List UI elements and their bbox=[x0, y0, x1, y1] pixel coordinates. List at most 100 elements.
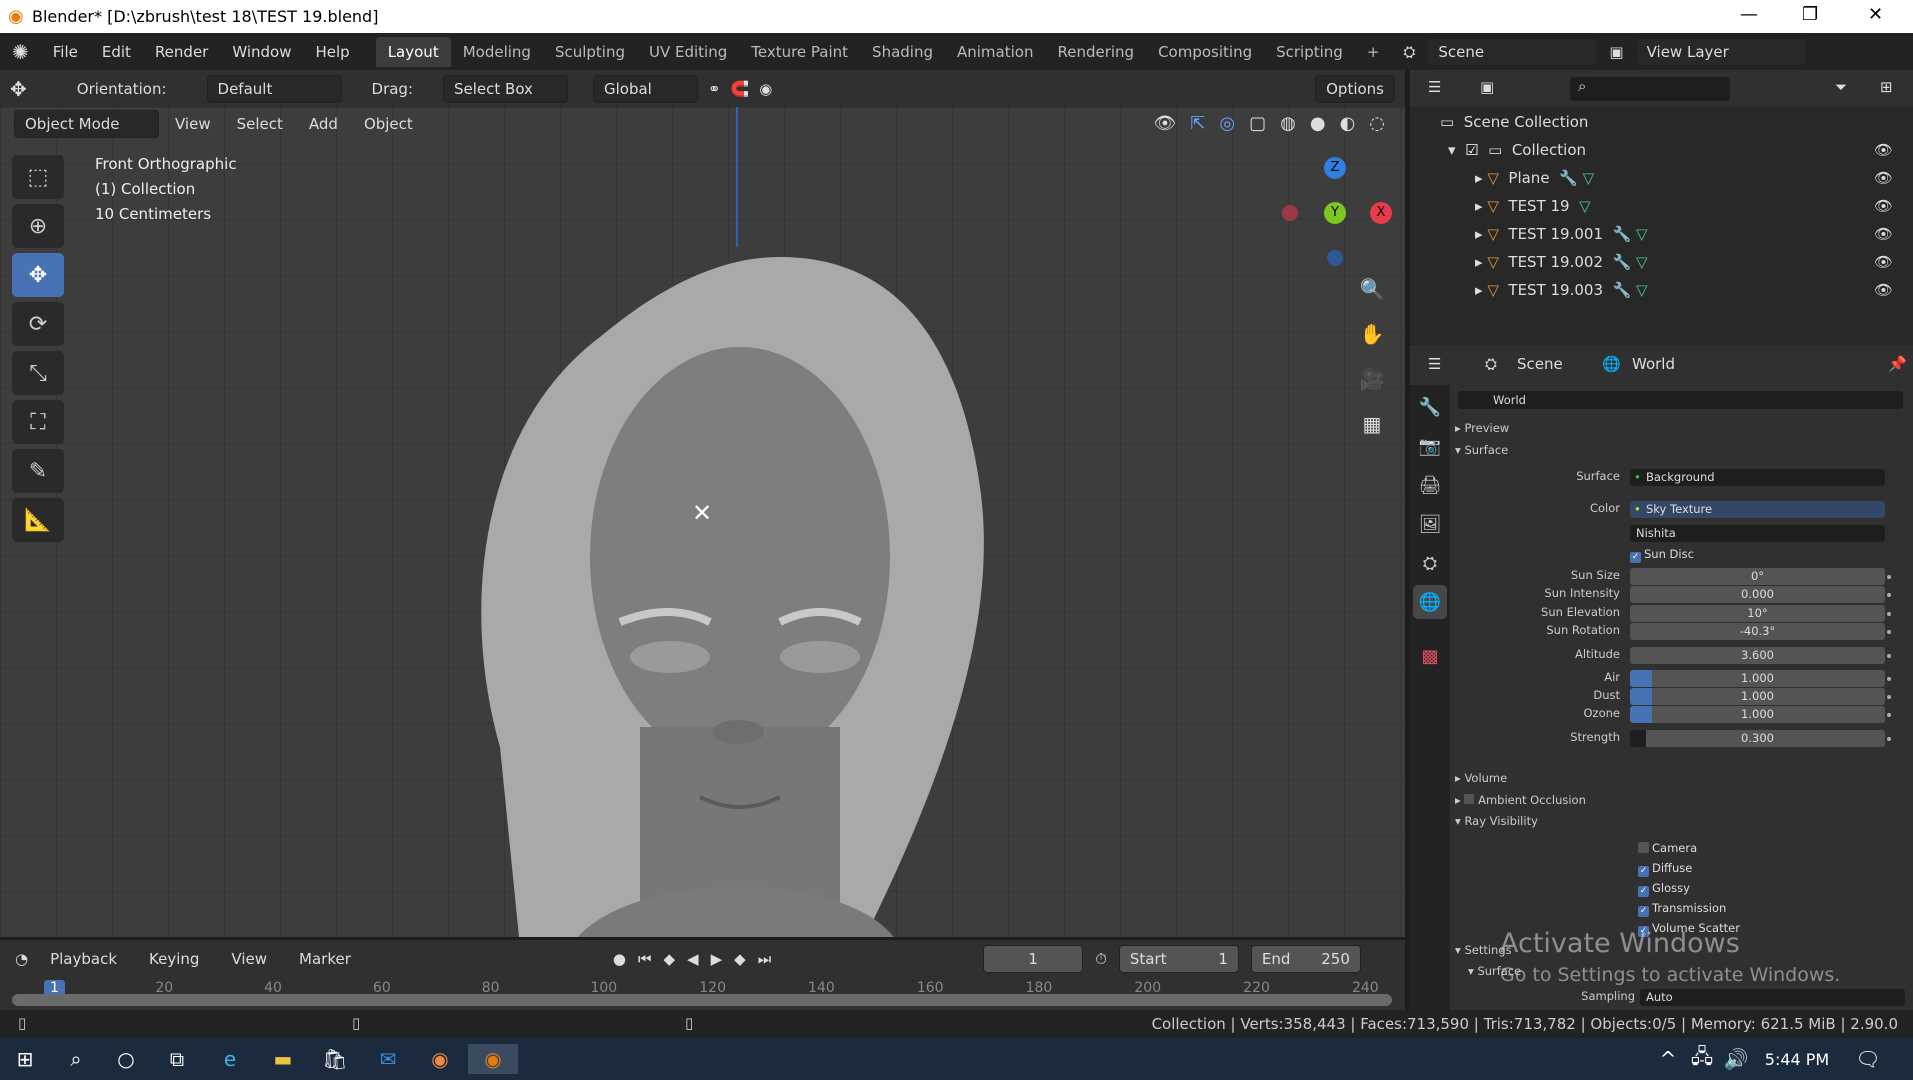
view-layer-field[interactable]: View Layer bbox=[1635, 37, 1806, 66]
drag-dropdown[interactable]: Select Box bbox=[443, 74, 568, 103]
section-volume[interactable]: ▸ Volume bbox=[1455, 771, 1507, 785]
section-preview[interactable]: ▸ Preview bbox=[1455, 421, 1509, 435]
3d-viewport[interactable]: Object Mode View Select Add Object 👁 ⇱ ◎… bbox=[0, 107, 1405, 937]
close-button[interactable]: ✕ bbox=[1868, 4, 1883, 25]
play-reverse-button[interactable]: ◀ bbox=[687, 950, 699, 968]
ray-diffuse-checkbox[interactable]: ✓ Diffuse bbox=[1638, 861, 1692, 877]
material-shading-icon[interactable]: ◐ bbox=[1340, 113, 1356, 134]
transform-orientation-dropdown[interactable]: Global bbox=[593, 74, 698, 103]
tab-uv-editing[interactable]: UV Editing bbox=[637, 37, 739, 67]
select-box-tool[interactable]: ⬚ bbox=[12, 155, 64, 199]
outliner-object[interactable]: ▸ ▽ TEST 19 ▽ 👁 bbox=[1410, 192, 1913, 220]
field-altitude[interactable]: 3.600 bbox=[1630, 647, 1885, 664]
section-ray-visibility[interactable]: ▾ Ray Visibility bbox=[1455, 814, 1538, 828]
overlay-toggle-icon[interactable]: ◎ bbox=[1219, 113, 1235, 134]
tab-compositing[interactable]: Compositing bbox=[1146, 37, 1264, 67]
keyframe-dot[interactable] bbox=[1887, 695, 1891, 699]
jump-start-button[interactable]: ⏮ bbox=[638, 950, 652, 968]
timeline-scrollbar[interactable] bbox=[12, 994, 1392, 1006]
navigation-gizmo[interactable]: Z Y X bbox=[1282, 157, 1392, 277]
tab-animation[interactable]: Animation bbox=[945, 37, 1045, 67]
current-frame-field[interactable]: 1 bbox=[983, 945, 1084, 973]
tab-texture-paint[interactable]: Texture Paint bbox=[739, 37, 860, 67]
field-strength[interactable]: 0.300 bbox=[1630, 730, 1885, 747]
outliner-object[interactable]: ▸ ▽ Plane 🔧 ▽ 👁 bbox=[1410, 164, 1913, 192]
eye-icon[interactable]: 👁 bbox=[1874, 197, 1893, 215]
mail-icon[interactable]: ✉ bbox=[368, 1044, 408, 1074]
new-collection-icon[interactable]: ⊞ bbox=[1880, 78, 1893, 96]
scene-name-field[interactable]: Scene bbox=[1427, 37, 1598, 66]
keyframe-dot[interactable] bbox=[1887, 575, 1891, 579]
menu-file[interactable]: File bbox=[41, 43, 90, 61]
edge-icon[interactable]: e bbox=[210, 1044, 250, 1074]
pin-icon[interactable]: 📌 bbox=[1888, 355, 1907, 373]
minimize-button[interactable]: — bbox=[1740, 4, 1758, 25]
gizmo-neg-z[interactable] bbox=[1327, 250, 1343, 266]
menu-help[interactable]: Help bbox=[304, 43, 362, 61]
field-sun-elevation[interactable]: 10° bbox=[1630, 605, 1885, 622]
object-mode-dropdown[interactable]: Object Mode bbox=[14, 109, 159, 138]
menu-keying[interactable]: Keying bbox=[139, 947, 209, 971]
keyframe-dot[interactable] bbox=[1887, 677, 1891, 681]
menu-edit[interactable]: Edit bbox=[90, 43, 143, 61]
keyframe-dot[interactable] bbox=[1887, 737, 1891, 741]
menu-window[interactable]: Window bbox=[220, 43, 303, 61]
pan-hand-icon[interactable]: ✋ bbox=[1355, 317, 1389, 351]
rotate-tool[interactable]: ⟳ bbox=[12, 302, 64, 346]
solid-shading-icon[interactable]: ● bbox=[1310, 113, 1326, 134]
field-sun-rotation[interactable]: -40.3° bbox=[1630, 623, 1885, 640]
xray-icon[interactable]: ▢ bbox=[1249, 113, 1266, 134]
end-frame-field[interactable]: End 250 bbox=[1250, 945, 1361, 973]
collection-checkbox[interactable]: ☑ bbox=[1465, 141, 1478, 159]
surface-shader-field[interactable]: • Background bbox=[1630, 469, 1885, 486]
keyframe-dot[interactable] bbox=[1887, 593, 1891, 597]
editor-type-icon[interactable]: ☰ bbox=[1428, 78, 1441, 96]
eye-icon[interactable]: 👁 bbox=[1874, 253, 1893, 271]
render-tab-icon[interactable]: 📷 bbox=[1413, 429, 1447, 463]
transform-gizmo-icon[interactable]: ✥ bbox=[10, 77, 27, 101]
ray-glossy-checkbox[interactable]: ✓ Glossy bbox=[1638, 881, 1690, 897]
field-ozone[interactable]: 1.000 bbox=[1630, 706, 1885, 723]
proportional-edit-icon[interactable]: ◉ bbox=[759, 80, 772, 98]
windows-start-icon[interactable]: ⊞ bbox=[5, 1044, 45, 1074]
world-datablock-field[interactable]: World bbox=[1458, 391, 1903, 409]
camera-view-icon[interactable]: 🎥 bbox=[1355, 362, 1389, 396]
orientation-dropdown[interactable]: Default bbox=[206, 74, 342, 103]
search-icon[interactable]: ⌕ bbox=[56, 1044, 96, 1074]
zoom-icon[interactable]: 🔍 bbox=[1355, 272, 1389, 306]
chrome-icon[interactable]: ◉ bbox=[420, 1044, 460, 1074]
menu-playback[interactable]: Playback bbox=[40, 947, 127, 971]
keyframe-dot[interactable] bbox=[1887, 630, 1891, 634]
menu-select[interactable]: Select bbox=[227, 112, 293, 136]
eye-icon[interactable]: 👁 bbox=[1874, 225, 1893, 243]
tab-scripting[interactable]: Scripting bbox=[1264, 37, 1355, 67]
tab-modeling[interactable]: Modeling bbox=[451, 37, 543, 67]
annotate-tool[interactable]: ✎ bbox=[12, 449, 64, 493]
sky-type-dropdown[interactable]: Nishita bbox=[1630, 525, 1885, 542]
outliner-object[interactable]: ▸ ▽ TEST 19.003 🔧 ▽ 👁 bbox=[1410, 276, 1913, 304]
tab-shading[interactable]: Shading bbox=[860, 37, 945, 67]
play-button[interactable]: ▶ bbox=[711, 950, 723, 968]
snap-icon[interactable]: 🧲 bbox=[731, 80, 750, 98]
sun-disc-checkbox[interactable]: ✓ Sun Disc bbox=[1630, 547, 1694, 563]
eye-icon[interactable]: 👁 bbox=[1874, 169, 1893, 187]
display-mode-icon[interactable]: ▣ bbox=[1480, 78, 1494, 96]
outliner-scene-collection[interactable]: ▭ Scene Collection bbox=[1410, 108, 1913, 136]
filter-icon[interactable]: ⏷ bbox=[1835, 78, 1847, 96]
menu-add[interactable]: Add bbox=[299, 112, 348, 136]
blender-taskbar-icon[interactable]: ◉ bbox=[468, 1044, 518, 1074]
ray-transmission-checkbox[interactable]: ✓ Transmission bbox=[1638, 901, 1726, 917]
menu-object[interactable]: Object bbox=[354, 112, 423, 136]
prev-keyframe-button[interactable]: ◆ bbox=[664, 950, 676, 968]
clock[interactable]: 5:44 PM bbox=[1762, 1044, 1832, 1074]
editor-type-icon[interactable]: ☰ bbox=[1428, 355, 1441, 373]
next-keyframe-button[interactable]: ◆ bbox=[734, 950, 746, 968]
start-frame-field[interactable]: Start 1 bbox=[1118, 945, 1239, 973]
keyframe-dot[interactable] bbox=[1887, 654, 1891, 658]
move-tool[interactable]: ✥ bbox=[12, 253, 64, 297]
field-air[interactable]: 1.000 bbox=[1630, 670, 1885, 687]
jump-end-button[interactable]: ⏭ bbox=[758, 950, 772, 968]
volume-icon[interactable]: 🔊 bbox=[1716, 1044, 1756, 1074]
scale-tool[interactable]: ⤡ bbox=[12, 351, 64, 395]
add-workspace-button[interactable]: + bbox=[1355, 37, 1392, 67]
